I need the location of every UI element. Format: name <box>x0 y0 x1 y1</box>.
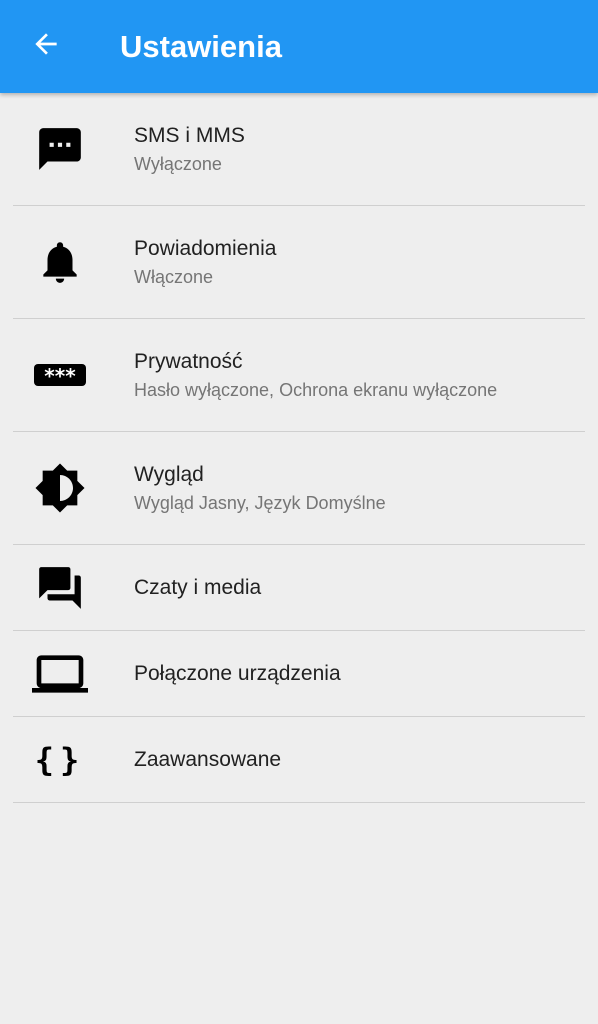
settings-item-title: Czaty i media <box>134 576 262 599</box>
arrow-back-icon <box>30 28 62 65</box>
settings-item-title: SMS i MMS <box>134 124 245 147</box>
settings-item-connected-devices[interactable]: Połączone urządzenia <box>0 631 598 717</box>
brightness-icon <box>30 458 90 518</box>
settings-item-notifications[interactable]: Powiadomienia Włączone <box>0 206 598 319</box>
forum-icon <box>30 558 90 618</box>
settings-item-title: Wygląd <box>134 463 204 486</box>
page-title: Ustawienia <box>120 29 282 64</box>
settings-item-title: Powiadomienia <box>134 237 277 260</box>
settings-item-title: Połączone urządzenia <box>134 662 341 685</box>
settings-item-subtitle: Hasło wyłączone, Ochrona ekranu wyłączon… <box>134 380 498 400</box>
divider <box>13 802 585 803</box>
app-toolbar: Ustawienia <box>0 0 598 93</box>
settings-item-privacy[interactable]: *** Prywatność Hasło wyłączone, Ochrona … <box>0 319 598 432</box>
code-braces-icon: {} <box>34 741 86 779</box>
settings-screen: Ustawienia SMS i MMS Wyłączone Powiadomi… <box>0 0 598 1024</box>
settings-item-title: Prywatność <box>134 350 243 373</box>
settings-item-subtitle: Wyłączone <box>134 154 222 174</box>
bell-icon <box>30 232 90 292</box>
settings-item-sms-mms[interactable]: SMS i MMS Wyłączone <box>0 93 598 206</box>
password-icon: *** <box>30 345 90 405</box>
settings-list: SMS i MMS Wyłączone Powiadomienia Włączo… <box>0 93 598 803</box>
settings-item-title: Zaawansowane <box>134 748 282 771</box>
settings-item-chats-media[interactable]: Czaty i media <box>0 545 598 631</box>
settings-item-subtitle: Włączone <box>134 267 214 287</box>
sms-icon <box>30 119 90 179</box>
settings-item-subtitle: Wygląd Jasny, Język Domyślne <box>134 493 386 513</box>
laptop-icon <box>30 644 90 704</box>
settings-item-advanced[interactable]: {} Zaawansowane <box>0 717 598 803</box>
back-button[interactable] <box>16 16 76 76</box>
settings-item-appearance[interactable]: Wygląd Wygląd Jasny, Język Domyślne <box>0 432 598 545</box>
svg-text:***: *** <box>44 364 76 388</box>
